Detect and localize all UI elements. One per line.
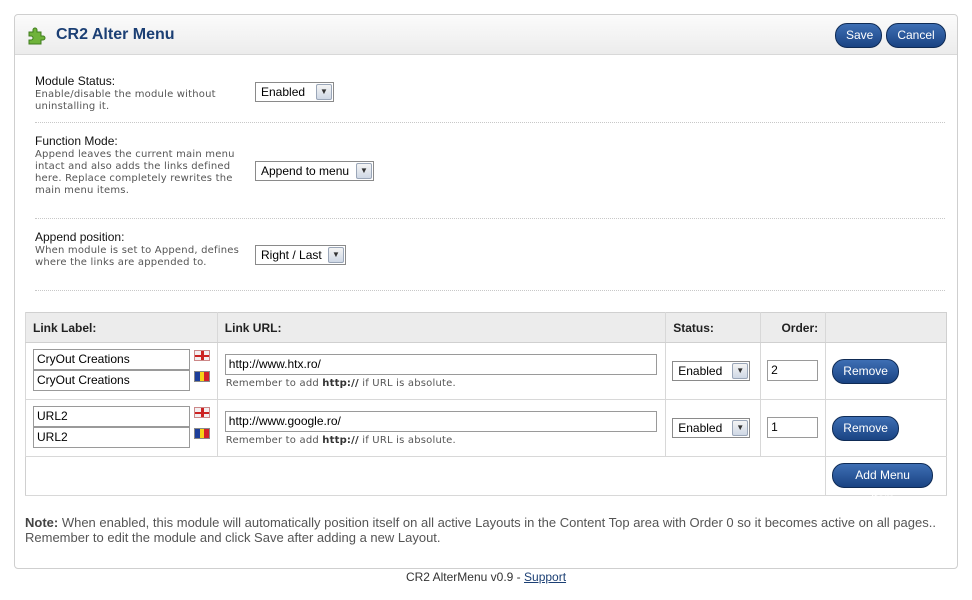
select-value: Right / Last [261, 248, 322, 262]
select-value: Append to menu [261, 164, 350, 178]
setting-description: Append leaves the current main menu inta… [35, 149, 235, 196]
footer-version: CR2 AlterMenu v0.9 - [405, 570, 525, 584]
url-hint: Remember to add http:// if URL is absolu… [225, 378, 456, 389]
page-title: CR2 Alter Menu [56, 26, 175, 43]
setting-module-status: Module Status: Enable/disable the module… [35, 67, 945, 123]
chevron-down-icon: ▼ [328, 247, 344, 263]
module-note: Note: When enabled, this module will aut… [25, 515, 945, 545]
url-hint: Remember to add http:// if URL is absolu… [225, 435, 456, 446]
link-order-input[interactable]: 2 [767, 360, 819, 381]
note-label: Note: [25, 515, 59, 530]
link-order-input[interactable]: 1 [767, 417, 819, 438]
menu-links-table: Link Label: Link URL: Status: Order: Cry… [25, 312, 947, 505]
cancel-button[interactable]: Cancel [886, 23, 946, 48]
remove-link-button[interactable]: Remove [832, 416, 900, 441]
column-header-label: Link Label: [25, 312, 218, 343]
select-value: Enabled [261, 85, 306, 99]
column-header-status: Status: [665, 312, 761, 343]
module-panel: CR2 Alter Menu Save Cancel Module Status… [14, 14, 958, 569]
puzzle-piece-icon [28, 27, 46, 45]
link-label-en-input[interactable]: URL2 [33, 406, 190, 427]
chevron-down-icon: ▼ [732, 420, 749, 436]
module-status-select[interactable]: Enabled ▼ [255, 82, 334, 102]
link-url-input[interactable]: http://www.htx.ro/ [224, 354, 657, 375]
note-reminder: Remember to edit the module and click Sa… [25, 530, 441, 545]
uk-flag-icon [194, 350, 210, 361]
link-url-input[interactable]: http://www.google.ro/ [224, 411, 657, 432]
remove-link-button[interactable]: Remove [832, 359, 900, 384]
link-label-ro-input[interactable]: CryOut Creations [33, 370, 190, 391]
add-menu-item-button[interactable]: Add Menu Item [832, 463, 934, 505]
chevron-down-icon: ▼ [732, 363, 749, 379]
table-footer-row: Add Menu Item [25, 456, 947, 505]
column-header-url: Link URL: [216, 312, 666, 343]
setting-description: Enable/disable the module without uninst… [35, 89, 216, 112]
save-button[interactable]: Save [835, 23, 882, 48]
column-header-order: Order: [760, 312, 826, 343]
select-value: Enabled [678, 421, 723, 435]
link-label-en-input[interactable]: CryOut Creations [33, 349, 190, 370]
setting-label: Module Status: [35, 74, 116, 88]
romania-flag-icon [194, 428, 210, 439]
setting-description: When module is set to Append, defines wh… [35, 245, 240, 268]
support-link[interactable]: Support [524, 570, 566, 584]
setting-function-mode: Function Mode: Append leaves the current… [35, 123, 945, 219]
link-status-select[interactable]: Enabled ▼ [672, 361, 751, 381]
setting-append-position: Append position: When module is set to A… [35, 219, 945, 291]
uk-flag-icon [194, 407, 210, 418]
note-text: When enabled, this module will automatic… [58, 515, 936, 530]
append-position-select[interactable]: Right / Last ▼ [255, 245, 346, 265]
link-label-ro-input[interactable]: URL2 [33, 427, 190, 448]
romania-flag-icon [194, 371, 210, 382]
table-header-row: Link Label: Link URL: Status: Order: [25, 312, 947, 343]
table-row: CryOut Creations CryOut Creations http:/… [25, 342, 947, 400]
column-header-actions [825, 312, 947, 343]
function-mode-select[interactable]: Append to menu ▼ [255, 161, 374, 181]
select-value: Enabled [678, 364, 723, 378]
setting-label: Function Mode: [35, 134, 118, 148]
chevron-down-icon: ▼ [316, 84, 332, 100]
page-footer: CR2 AlterMenu v0.9 - Support [0, 570, 972, 584]
chevron-down-icon: ▼ [356, 163, 372, 179]
table-row: URL2 URL2 http://www.google.ro/ Remember… [25, 399, 947, 457]
panel-header: CR2 Alter Menu Save Cancel [15, 15, 957, 55]
setting-label: Append position: [35, 230, 125, 244]
link-status-select[interactable]: Enabled ▼ [672, 418, 751, 438]
